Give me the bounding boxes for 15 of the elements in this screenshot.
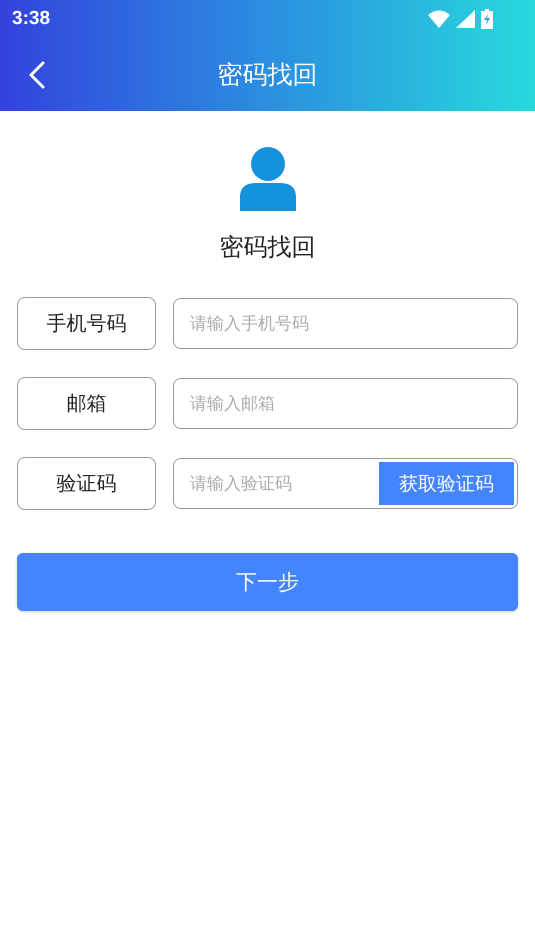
input-field[interactable]: 请输入手机号码 (173, 298, 518, 349)
battery-icon (481, 9, 493, 29)
field-label: 邮箱 (17, 377, 156, 430)
back-icon[interactable] (28, 60, 46, 88)
user-icon (240, 147, 296, 211)
field-label: 手机号码 (17, 297, 156, 350)
form-heading: 密码找回 (220, 232, 316, 263)
field-label: 验证码 (17, 457, 156, 510)
next-button[interactable]: 下一步 (17, 553, 518, 611)
input-field[interactable]: 请输入邮箱 (173, 378, 518, 429)
status-time: 3:38 (12, 8, 50, 30)
get-code-button[interactable]: 获取验证码 (379, 462, 514, 505)
page-title: 密码找回 (218, 59, 318, 91)
signal-icon (456, 10, 475, 28)
wifi-icon (428, 10, 450, 28)
